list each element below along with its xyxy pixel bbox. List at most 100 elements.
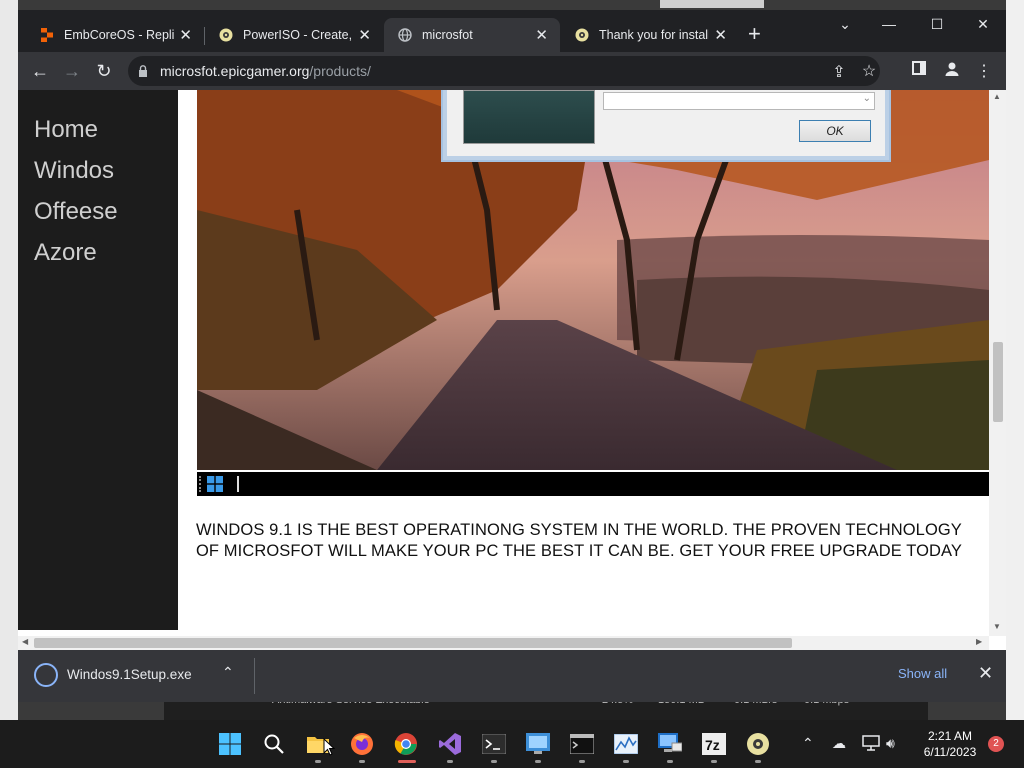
horizontal-scrollbar[interactable]: ◀ ▶: [18, 636, 989, 650]
new-tab-button[interactable]: +: [748, 23, 761, 45]
dialog-dropdown[interactable]: ⌄: [603, 92, 875, 110]
forward-button[interactable]: →: [60, 60, 84, 82]
vm-desktop-wallpaper[interactable]: ⌄ OK: [197, 90, 989, 470]
browser-toolbar: ← → ↻ microsfot.epicgamer.org/products/ …: [18, 52, 1006, 90]
running-indicator: [535, 760, 541, 763]
scroll-right-icon[interactable]: ▶: [976, 637, 982, 646]
address-bar[interactable]: microsfot.epicgamer.org/products/ ⇪ ☆: [128, 56, 880, 86]
tab-thank-you[interactable]: Thank you for installi ✕: [561, 18, 739, 52]
cloud-offline-icon[interactable]: ☁: [832, 735, 846, 752]
cmd-icon[interactable]: [568, 730, 596, 758]
7zip-icon[interactable]: 7z: [700, 730, 728, 758]
tab-title: EmbCoreOS - Replit: [64, 28, 174, 42]
tab-search-chevron-icon[interactable]: ⌄: [822, 16, 868, 33]
nav-link-home[interactable]: Home: [34, 116, 98, 144]
close-icon[interactable]: ✕: [535, 26, 548, 44]
svg-text:7z: 7z: [705, 737, 720, 753]
start-icon[interactable]: [216, 730, 244, 758]
maximize-button[interactable]: ☐: [914, 16, 960, 33]
download-separator: [254, 658, 255, 694]
side-panel-icon[interactable]: [908, 61, 930, 80]
control-panel-icon[interactable]: [524, 730, 552, 758]
vm-taskbar: [197, 472, 989, 496]
url-text: microsfot.epicgamer.org/products/: [160, 63, 371, 79]
desktop-background-strip: [660, 0, 764, 8]
clock-date: 6/11/2023: [923, 745, 977, 759]
site-sidebar: Home Windos Offeese Azore: [18, 90, 178, 630]
close-icon[interactable]: ✕: [179, 26, 192, 44]
tab-title: microsfot: [422, 28, 473, 42]
download-file-icon: [34, 663, 58, 687]
windows-taskbar: 7z ⌃ ☁ 🔊︎ 2:21 AM 6/11/2023 2: [0, 720, 1024, 768]
tab-replit[interactable]: EmbCoreOS - Replit ✕: [26, 18, 204, 52]
notification-badge[interactable]: 2: [988, 736, 1004, 752]
browser-window: EmbCoreOS - Replit ✕ PowerISO - Create, …: [18, 10, 1006, 702]
tab-microsfot[interactable]: microsfot ✕: [384, 18, 560, 52]
chrome-icon[interactable]: [392, 730, 420, 758]
dialog-ok-button[interactable]: OK: [799, 120, 871, 142]
close-window-button[interactable]: ✕: [960, 16, 1006, 33]
close-icon[interactable]: ✕: [714, 26, 727, 44]
page-viewport: Home Windos Offeese Azore ⌄ OK WINDOS 9.…: [18, 90, 1006, 650]
close-icon[interactable]: ✕: [978, 663, 993, 684]
network-icon[interactable]: [862, 735, 880, 754]
visual-studio-icon[interactable]: [436, 730, 464, 758]
running-indicator: [447, 760, 453, 763]
system-clock[interactable]: 2:21 AM 6/11/2023: [918, 728, 982, 760]
replit-icon: [40, 28, 54, 42]
poweriso-icon[interactable]: [744, 730, 772, 758]
running-indicator: [491, 760, 497, 763]
tab-title: Thank you for installi: [599, 28, 709, 42]
volume-icon[interactable]: 🔊︎: [886, 735, 895, 752]
close-icon[interactable]: ✕: [358, 26, 371, 44]
mouse-cursor-icon: [323, 738, 335, 756]
terminal-icon[interactable]: [480, 730, 508, 758]
scroll-thumb[interactable]: [993, 342, 1003, 422]
share-icon[interactable]: ⇪: [828, 62, 850, 82]
menu-kebab-icon[interactable]: ⋮: [973, 61, 995, 81]
nav-link-offeese[interactable]: Offeese: [34, 198, 118, 226]
vertical-scrollbar[interactable]: ▲ ▼: [989, 90, 1006, 636]
drag-handle-icon[interactable]: [199, 476, 204, 492]
show-hidden-icons-chevron-icon[interactable]: ⌃: [802, 735, 814, 752]
text-caret: [237, 476, 239, 492]
firefox-icon[interactable]: [348, 730, 376, 758]
windows-start-icon[interactable]: [207, 476, 223, 497]
download-bar: Windos9.1Setup.exe ⌃ Show all ✕: [18, 650, 1006, 702]
vm-dialog-body: ⌄ OK: [447, 90, 885, 156]
remote-desktop-icon[interactable]: [656, 730, 684, 758]
clock-time: 2:21 AM: [927, 729, 973, 743]
scroll-left-icon[interactable]: ◀: [22, 637, 28, 646]
running-indicator: [359, 760, 365, 763]
url-host: microsfot.epicgamer.org: [160, 63, 310, 79]
active-indicator: [398, 760, 416, 763]
bookmark-star-icon[interactable]: ☆: [858, 61, 880, 81]
globe-icon: [398, 28, 412, 42]
scroll-down-icon[interactable]: ▼: [993, 622, 1001, 631]
search-icon[interactable]: [260, 730, 288, 758]
running-indicator: [623, 760, 629, 763]
download-filename[interactable]: Windos9.1Setup.exe: [67, 667, 192, 682]
show-all-button[interactable]: Show all: [898, 666, 947, 681]
url-path: /products/: [309, 63, 371, 79]
running-indicator: [579, 760, 585, 763]
nav-link-windos[interactable]: Windos: [34, 157, 114, 185]
nav-link-azore[interactable]: Azore: [34, 239, 97, 267]
running-indicator: [755, 760, 761, 763]
vm-dialog-window: ⌄ OK: [441, 90, 891, 162]
running-indicator: [667, 760, 673, 763]
tab-poweriso[interactable]: PowerISO - Create, Bu ✕: [205, 18, 383, 52]
scroll-thumb[interactable]: [34, 638, 792, 648]
reload-button[interactable]: ↻: [92, 60, 116, 82]
tab-title: PowerISO - Create, Bu: [243, 28, 353, 42]
profile-icon[interactable]: [941, 61, 963, 82]
back-button[interactable]: ←: [28, 60, 52, 82]
minimize-button[interactable]: —: [866, 16, 912, 32]
resource-monitor-icon[interactable]: [612, 730, 640, 758]
scroll-up-icon[interactable]: ▲: [993, 92, 1001, 101]
desktop-background-window-right: [1006, 0, 1024, 720]
desktop-background-window-left: [0, 0, 18, 720]
promo-text: WINDOS 9.1 IS THE BEST OPERATINONG SYSTE…: [196, 521, 963, 560]
lock-icon: [138, 64, 148, 82]
chevron-up-icon[interactable]: ⌃: [222, 664, 234, 681]
